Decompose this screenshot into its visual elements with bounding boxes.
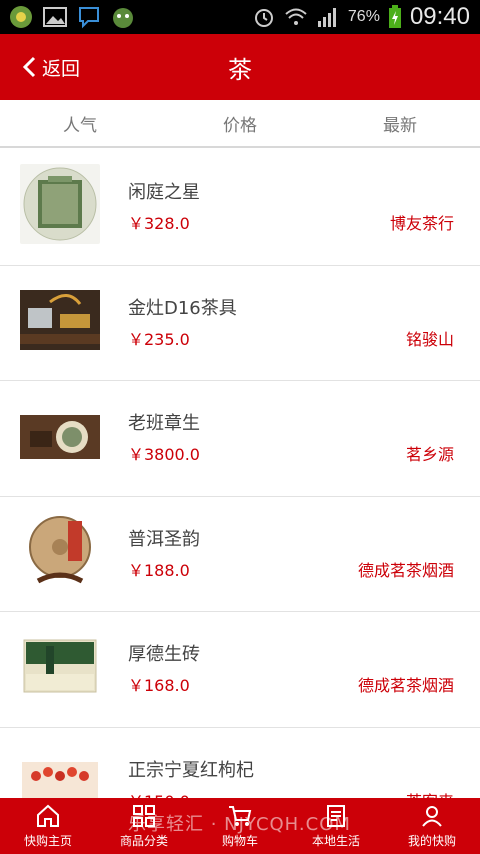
alarm-icon <box>254 9 273 27</box>
shop-name[interactable]: 茗乡源 <box>406 441 454 465</box>
product-name: 老班章生 <box>128 413 200 434</box>
shop-name[interactable]: 铭骏山 <box>406 326 454 350</box>
product-item[interactable]: 厚德生砖 ￥168.0 德成茗茶烟酒 <box>0 612 480 728</box>
shop-name[interactable]: 德成茗茶烟酒 <box>358 557 454 581</box>
product-name: 金灶D16茶具 <box>128 297 237 319</box>
tab-popularity[interactable]: 人气 <box>0 100 160 146</box>
battery-percent: 76% <box>347 8 380 25</box>
page-title: 茶 <box>228 55 252 84</box>
product-item[interactable]: 正宗宁夏红枸杞 ￥150.0 茶客来 <box>0 728 480 799</box>
chat-icon <box>79 7 99 29</box>
product-item[interactable]: 普洱圣韵 ￥188.0 德成茗茶烟酒 <box>0 497 480 612</box>
product-name: 普洱圣韵 <box>128 528 200 550</box>
product-price: ￥3800.0 <box>128 445 200 464</box>
tab-newest[interactable]: 最新 <box>320 100 480 146</box>
back-label: 返回 <box>42 57 81 80</box>
watermark: 乐享轻汇 · NJYCQH.COM <box>128 814 351 835</box>
product-image <box>20 164 100 244</box>
product-image <box>20 510 100 591</box>
sort-tabs: 人气 价格 最新 <box>0 100 480 148</box>
home-icon <box>37 804 59 827</box>
clock: 09:40 <box>409 3 470 30</box>
product-item[interactable]: 老班章生 ￥3800.0 茗乡源 <box>0 381 480 497</box>
nav-my-account[interactable]: 我的快购 <box>384 798 480 854</box>
top-header: 返回 茶 <box>0 34 480 100</box>
product-name: 闲庭之星 <box>128 182 200 203</box>
user-icon <box>422 806 442 827</box>
nav-label: 快购主页 <box>23 834 72 848</box>
shop-name[interactable]: 茶客来 <box>406 788 454 799</box>
product-price: ￥168.0 <box>128 676 190 695</box>
back-button[interactable]: 返回 <box>22 34 80 100</box>
wifi-icon <box>285 8 307 25</box>
product-price: ￥328.0 <box>128 214 190 233</box>
status-bar: 76% 09:40 <box>0 0 480 34</box>
game-icon <box>113 8 133 28</box>
product-item[interactable]: 闲庭之星 ￥328.0 博友茶行 <box>0 150 480 266</box>
battery-icon <box>388 5 401 28</box>
product-image <box>20 626 100 706</box>
product-image <box>20 741 100 798</box>
product-image <box>20 395 100 475</box>
chevron-left-icon <box>22 56 36 78</box>
product-item[interactable]: 金灶D16茶具 ￥235.0 铭骏山 <box>0 266 480 381</box>
product-price: ￥150.0 <box>128 788 190 799</box>
product-name: 厚德生砖 <box>128 644 200 665</box>
product-image <box>20 279 100 360</box>
signal-icon <box>317 8 336 27</box>
product-list: 闲庭之星 ￥328.0 博友茶行 金灶D16茶具 ￥235.0 铭骏山 老班章生… <box>0 150 480 798</box>
app-notification-icon <box>10 6 32 28</box>
nav-label: 我的快购 <box>407 834 456 848</box>
image-icon <box>43 7 67 27</box>
shop-name[interactable]: 博友茶行 <box>390 210 454 234</box>
bottom-nav: 快购主页 商品分类 购物车 本地生活 我的快购 乐享轻汇 · NJYCQH.CO… <box>0 798 480 854</box>
product-price: ￥235.0 <box>128 329 190 349</box>
product-price: ￥188.0 <box>128 560 190 580</box>
shop-name[interactable]: 德成茗茶烟酒 <box>358 672 454 696</box>
product-name: 正宗宁夏红枸杞 <box>128 759 254 781</box>
nav-home[interactable]: 快购主页 <box>0 798 96 854</box>
tab-price[interactable]: 价格 <box>160 100 320 146</box>
